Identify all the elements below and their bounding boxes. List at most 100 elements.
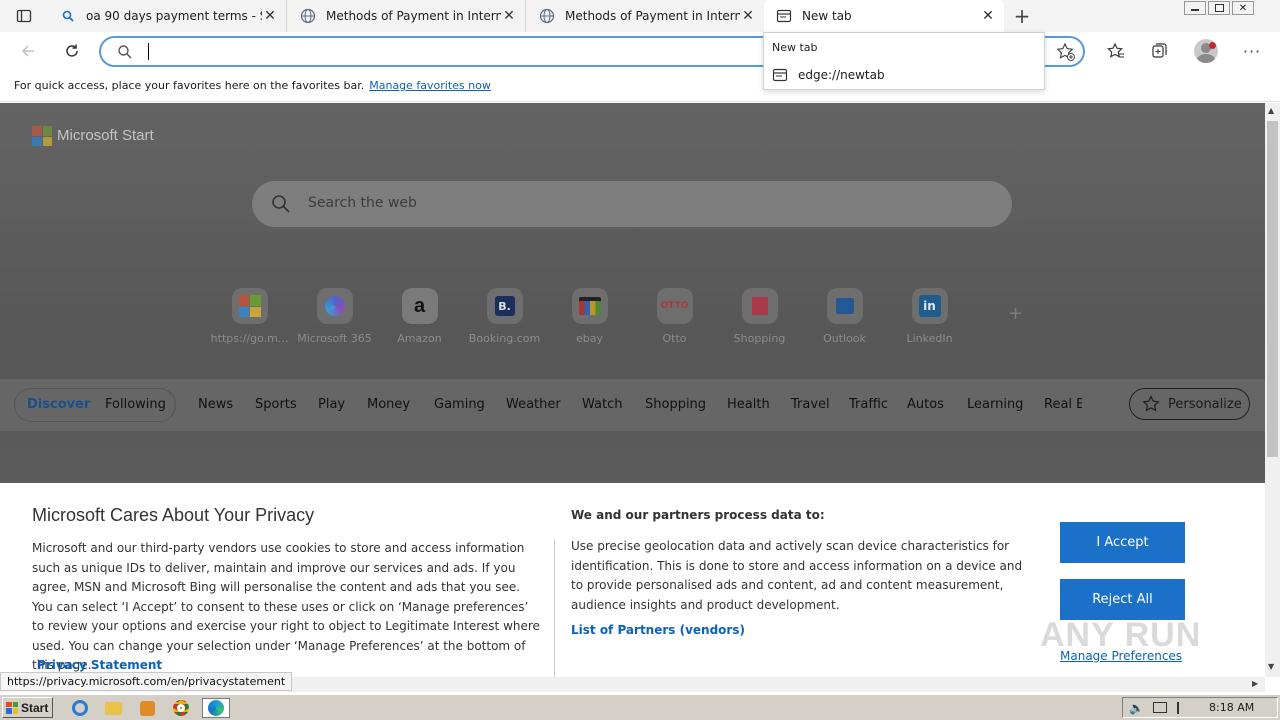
profile-avatar[interactable] (1194, 39, 1218, 63)
close-tab-icon[interactable]: ✕ (262, 8, 278, 24)
linkedin-icon: in (918, 295, 941, 317)
close-icon: ✕ (1238, 2, 1248, 14)
settings-more-button[interactable]: ··· (1236, 35, 1268, 67)
privacy-consent-dialog: Microsoft Cares About Your Privacy Micro… (0, 483, 1265, 677)
scroll-right-icon[interactable]: ▶ (1252, 679, 1258, 688)
tab-methods-1[interactable]: Methods of Payment in Internatio ✕ (288, 0, 526, 32)
suggestion-item[interactable]: edge://newtab (764, 63, 1044, 87)
nav-watch[interactable]: Watch (582, 397, 622, 412)
restore-button[interactable] (1208, 1, 1230, 15)
close-tab-icon[interactable]: ✕ (980, 8, 996, 24)
clock: 8:18 AM (1209, 701, 1255, 714)
nav-autos[interactable]: Autos (907, 397, 944, 412)
outlook-icon (835, 298, 854, 314)
new-tab-page: Microsoft Start Search the web https://g… (0, 103, 1265, 677)
personalize-label: Personalize (1168, 396, 1242, 412)
add-favorite-icon[interactable] (1056, 42, 1076, 65)
nav-sports[interactable]: Sports (255, 397, 297, 412)
avatar-body (1197, 54, 1215, 63)
booking-icon: B. (494, 296, 515, 316)
nav-news[interactable]: News (198, 397, 233, 412)
nav-learning[interactable]: Learning (967, 397, 1023, 412)
feed-nav-bar: Discover Following News Sports Play Mone… (0, 379, 1265, 431)
windows-logo-icon (6, 701, 18, 714)
more-icon: ··· (1242, 41, 1262, 61)
tile-ebay[interactable]: ebay (547, 288, 632, 345)
nav-health[interactable]: Health (727, 397, 770, 412)
nav-real-estate[interactable]: Real E (1044, 397, 1082, 412)
suggestion-text: edge://newtab (798, 68, 885, 82)
microsoft-logo-icon (238, 295, 261, 317)
tab-actions-icon (16, 9, 32, 23)
minimize-button[interactable] (1184, 1, 1206, 15)
back-button[interactable] (12, 35, 44, 67)
nav-shopping[interactable]: Shopping (645, 397, 706, 412)
close-window-button[interactable]: ✕ (1232, 1, 1254, 15)
privacy-statement-link[interactable]: Privacy Statement (37, 658, 162, 672)
tile-shopping[interactable]: Shopping (717, 288, 802, 345)
scroll-thumb[interactable] (1267, 121, 1278, 457)
folder-taskbar-icon[interactable] (102, 698, 124, 718)
tab-new-tab[interactable]: New tab ✕ (764, 0, 1004, 32)
privacy-body: Microsoft and our third-party vendors us… (32, 541, 540, 672)
nav-play[interactable]: Play (318, 397, 345, 412)
tab-strip: oa 90 days payment terms - Sear ✕ Method… (0, 0, 1280, 32)
nav-traffic[interactable]: Traffic (849, 397, 888, 412)
volume-icon[interactable]: 🔈 (1129, 701, 1144, 715)
tab-methods-2[interactable]: Methods of Payment in Internatio ✕ (527, 0, 764, 32)
chrome-taskbar-icon[interactable] (170, 698, 192, 718)
brand-title[interactable]: Microsoft Start (57, 127, 154, 144)
favorites-button[interactable] (1100, 35, 1132, 67)
address-suggestions: New tab edge://newtab (763, 32, 1045, 90)
nav-weather[interactable]: Weather (506, 397, 561, 412)
web-search-box[interactable]: Search the web (252, 181, 1012, 227)
reject-all-button[interactable]: Reject All (1060, 579, 1185, 620)
personalize-button[interactable]: Personalize (1129, 388, 1250, 420)
new-tab-button[interactable]: + (1006, 0, 1038, 32)
vertical-scrollbar[interactable]: ▲ ▼ (1265, 103, 1280, 677)
nav-following[interactable]: Following (105, 397, 166, 412)
quick-links: https://go.m... Microsoft 365 a Amazon B… (207, 288, 972, 345)
tab-search[interactable]: oa 90 days payment terms - Sear ✕ (48, 0, 287, 32)
ie-taskbar-icon[interactable] (69, 698, 91, 718)
search-icon (117, 44, 133, 63)
profile-alert-dot (1209, 42, 1216, 49)
tile-microsoft[interactable]: https://go.m... (207, 288, 292, 345)
manage-favorites-link[interactable]: Manage favorites now (369, 79, 491, 92)
partners-list-link[interactable]: List of Partners (vendors) (571, 623, 745, 637)
add-tile-button[interactable]: + (1008, 303, 1023, 324)
tile-booking[interactable]: B. Booking.com (462, 288, 547, 345)
close-tab-icon[interactable]: ✕ (740, 8, 756, 24)
edge-taskbar-icon[interactable] (202, 698, 230, 718)
tab-title: oa 90 days payment terms - Sear (86, 9, 262, 23)
media-player-taskbar-icon[interactable] (136, 698, 158, 718)
nav-travel[interactable]: Travel (791, 397, 830, 412)
network-icon[interactable] (1153, 702, 1167, 713)
back-arrow-icon (21, 45, 34, 57)
scroll-up-icon[interactable]: ▲ (1268, 106, 1274, 115)
scroll-down-icon[interactable]: ▼ (1268, 662, 1274, 671)
search-placeholder: Search the web (308, 195, 417, 211)
globe-icon (539, 8, 555, 24)
close-tab-icon[interactable]: ✕ (501, 8, 517, 24)
refresh-button[interactable] (56, 35, 88, 67)
tile-label: ebay (575, 332, 603, 345)
minimize-icon (1191, 9, 1199, 11)
nav-money[interactable]: Money (367, 397, 410, 412)
tile-label: Booking.com (468, 332, 541, 345)
flag-icon[interactable] (1177, 702, 1189, 714)
tab-actions-button[interactable] (8, 0, 40, 32)
start-button[interactable]: Start (2, 697, 53, 718)
tile-linkedin[interactable]: in LinkedIn (887, 288, 972, 345)
watermark: ANY RUN (1040, 616, 1202, 654)
tile-amazon[interactable]: a Amazon (377, 288, 462, 345)
tile-otto[interactable]: OTTO Otto (632, 288, 717, 345)
tile-microsoft-365[interactable]: Microsoft 365 (292, 288, 377, 345)
tile-outlook[interactable]: Outlook (802, 288, 887, 345)
collections-button[interactable] (1144, 35, 1176, 67)
divider (554, 539, 555, 677)
nav-gaming[interactable]: Gaming (434, 397, 485, 412)
nav-discover[interactable]: Discover (27, 397, 90, 412)
tile-label: LinkedIn (906, 332, 953, 345)
accept-button[interactable]: I Accept (1060, 522, 1185, 563)
